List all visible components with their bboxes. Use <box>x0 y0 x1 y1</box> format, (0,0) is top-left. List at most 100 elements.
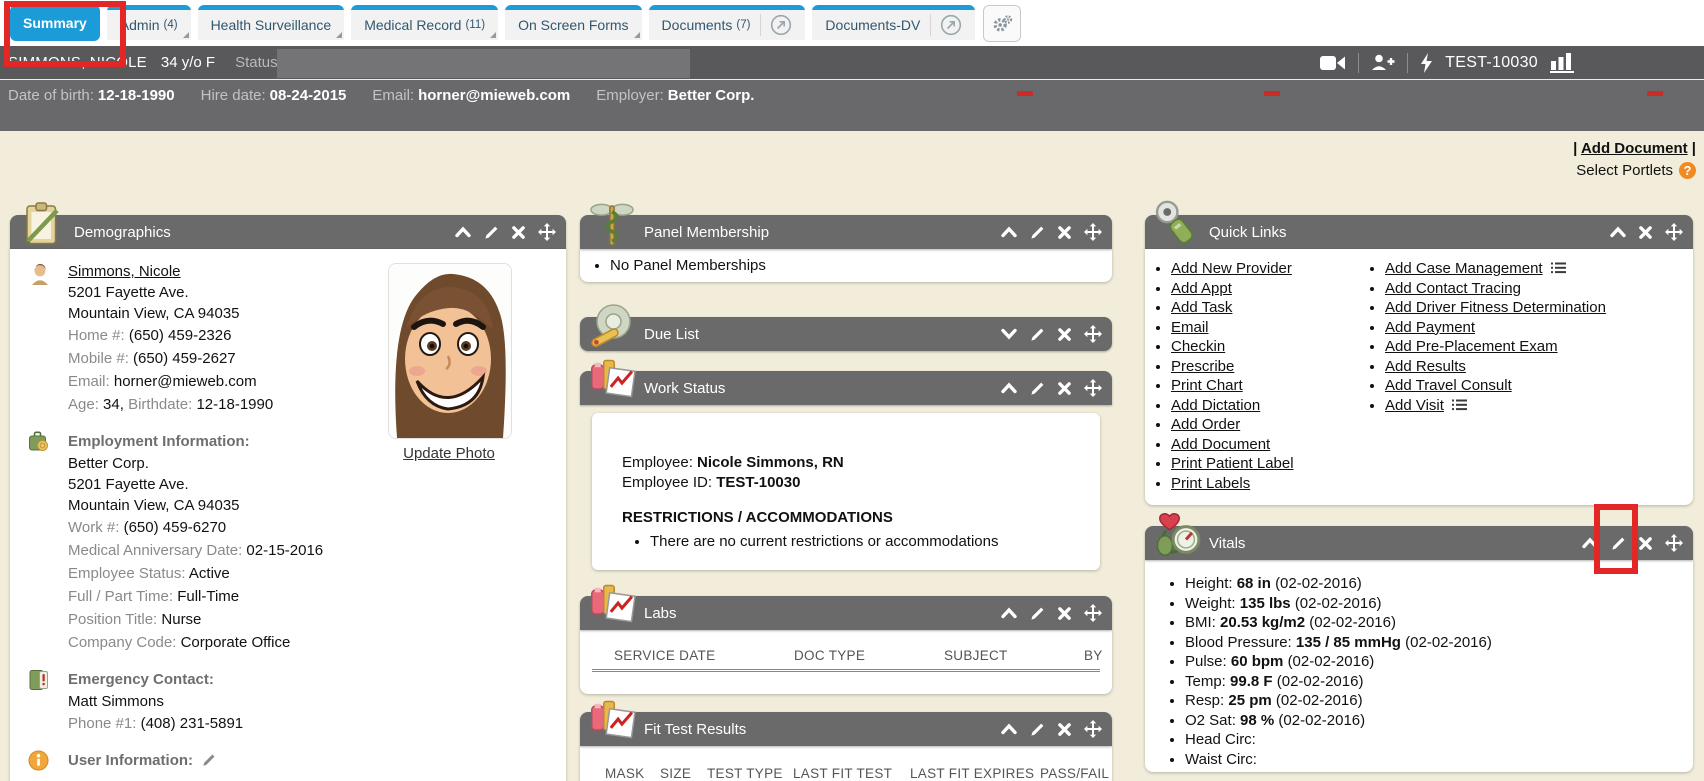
edit-pencil-icon[interactable] <box>1030 381 1045 396</box>
quick-link-item[interactable]: Add Dictation <box>1171 396 1371 416</box>
work-status-icon <box>588 356 636 404</box>
update-photo-link[interactable]: Update Photo <box>403 445 495 462</box>
field-label: Mobile #: <box>68 350 129 367</box>
tab-label: Medical Record <box>364 17 461 33</box>
move-icon[interactable] <box>538 223 556 241</box>
external-link-icon[interactable] <box>760 14 792 36</box>
tab-health-surveillance[interactable]: Health Surveillance <box>198 5 345 40</box>
quick-link-item[interactable]: Prescribe <box>1171 357 1371 377</box>
quick-link-item[interactable]: Email <box>1171 318 1371 338</box>
field-value: (650) 459-2326 <box>129 327 232 344</box>
close-icon[interactable] <box>1058 328 1071 341</box>
close-icon[interactable] <box>1639 226 1652 239</box>
add-person-icon[interactable] <box>1371 54 1395 71</box>
tab-summary[interactable]: Summary <box>10 5 100 41</box>
collapse-icon[interactable] <box>1001 607 1017 619</box>
employee-id-label: Employee ID: <box>622 474 712 491</box>
column-header-last-fit-expires: LAST FIT EXPIRES <box>910 766 1040 781</box>
quick-link-item[interactable]: Add Results <box>1385 357 1704 377</box>
quick-link-item[interactable]: Add Case Management <box>1385 259 1704 279</box>
bar-chart-icon[interactable] <box>1550 53 1574 73</box>
close-icon[interactable] <box>1639 537 1652 550</box>
edit-pencil-icon[interactable] <box>1030 606 1045 621</box>
edit-pencil-icon[interactable] <box>1030 225 1045 240</box>
collapse-icon[interactable] <box>1001 226 1017 238</box>
quick-link-item[interactable]: Add Driver Fitness Determination <box>1385 298 1704 318</box>
quick-link-item[interactable]: Add Order <box>1171 415 1371 435</box>
edit-pencil-icon[interactable] <box>202 753 216 767</box>
patient-name: SIMMONS, NICOLE <box>8 54 147 71</box>
quick-link-item[interactable]: Add Payment <box>1385 318 1704 338</box>
quick-link-item[interactable]: Print Labels <box>1171 474 1371 494</box>
quick-link-item[interactable]: Add Appt <box>1171 279 1371 299</box>
tab-label: On Screen Forms <box>518 17 628 33</box>
portlet-fit-test-results: Fit Test Results MASK SIZE TEST TYPE LAS… <box>580 712 1112 781</box>
edit-pencil-icon[interactable] <box>484 225 499 240</box>
tab-label: Admin <box>120 17 160 33</box>
external-link-icon[interactable] <box>930 14 962 36</box>
collapse-icon[interactable] <box>455 226 471 238</box>
settings-button[interactable] <box>983 5 1021 42</box>
move-icon[interactable] <box>1084 325 1102 343</box>
close-icon[interactable] <box>1058 607 1071 620</box>
close-icon[interactable] <box>1058 226 1071 239</box>
select-portlets-link[interactable]: Select Portlets <box>1576 162 1673 179</box>
expand-icon[interactable] <box>1001 328 1017 340</box>
tab-documents-dv[interactable]: Documents-DV <box>812 5 975 40</box>
quick-link-item[interactable]: Add Visit <box>1385 396 1704 416</box>
column-header-mask: MASK <box>605 766 660 781</box>
field-label: Home #: <box>68 327 125 344</box>
field-label: Phone #1: <box>68 715 136 732</box>
quick-link-item[interactable]: Add Document <box>1171 435 1371 455</box>
tab-documents[interactable]: Documents(7) <box>649 5 806 40</box>
move-icon[interactable] <box>1084 720 1102 738</box>
collapse-icon[interactable] <box>1610 226 1626 238</box>
collapse-icon[interactable] <box>1582 537 1598 549</box>
add-document-link[interactable]: Add Document <box>1581 140 1688 157</box>
move-icon[interactable] <box>1084 223 1102 241</box>
close-icon[interactable] <box>1058 382 1071 395</box>
vital-item: Height: 68 in (02-02-2016) <box>1185 574 1693 594</box>
dob-value: 12-18-1990 <box>98 87 175 104</box>
tab-admin[interactable]: Admin(4) <box>107 5 191 40</box>
tab-on-screen-forms[interactable]: On Screen Forms <box>505 5 641 40</box>
move-icon[interactable] <box>1665 534 1683 552</box>
emergency-contact-icon <box>28 669 50 691</box>
tab-label: Documents <box>662 17 733 33</box>
employer-value: Better Corp. <box>668 87 755 104</box>
portlet-title: Labs <box>644 605 677 622</box>
list-icon[interactable] <box>1551 262 1566 274</box>
collapse-icon[interactable] <box>1001 723 1017 735</box>
patient-name-link[interactable]: Simmons, Nicole <box>68 263 181 280</box>
quick-link-item[interactable]: Add Pre-Placement Exam <box>1385 337 1704 357</box>
move-icon[interactable] <box>1084 379 1102 397</box>
list-icon[interactable] <box>1452 399 1467 411</box>
quick-link-item[interactable]: Add Task <box>1171 298 1371 318</box>
quick-link-item[interactable]: Checkin <box>1171 337 1371 357</box>
quick-link-item[interactable]: Print Chart <box>1171 376 1371 396</box>
close-icon[interactable] <box>1058 723 1071 736</box>
move-icon[interactable] <box>1665 223 1683 241</box>
quick-link-item[interactable]: Add Contact Tracing <box>1385 279 1704 299</box>
quick-links-body: Add New Provider Add Appt Add Task Email… <box>1145 249 1693 505</box>
restrictions-heading: RESTRICTIONS / ACCOMMODATIONS <box>622 508 1100 528</box>
quick-link-item[interactable]: Add New Provider <box>1171 259 1371 279</box>
move-icon[interactable] <box>1084 604 1102 622</box>
vital-item: Blood Pressure: 135 / 85 mmHg (02-02-201… <box>1185 633 1693 653</box>
vital-item: Waist Circ: <box>1185 750 1693 770</box>
video-camera-icon[interactable] <box>1320 55 1346 71</box>
tab-medical-record[interactable]: Medical Record(11) <box>351 5 498 40</box>
lightning-icon[interactable] <box>1420 53 1433 73</box>
quick-links-icon <box>1153 200 1201 248</box>
help-icon[interactable]: ? <box>1679 162 1696 179</box>
quick-link-item[interactable]: Print Patient Label <box>1171 454 1371 474</box>
close-icon[interactable] <box>512 226 525 239</box>
quick-link-item[interactable]: Add Travel Consult <box>1385 376 1704 396</box>
edit-pencil-icon[interactable] <box>1611 536 1626 551</box>
collapse-icon[interactable] <box>1001 382 1017 394</box>
emergency-name: Matt Simmons <box>68 691 554 712</box>
edit-pencil-icon[interactable] <box>1030 327 1045 342</box>
edit-pencil-icon[interactable] <box>1030 722 1045 737</box>
column-header-service-date: SERVICE DATE <box>614 648 794 663</box>
demographics-body: Simmons, Nicole 5201 Fayette Ave. Mounta… <box>10 249 566 781</box>
